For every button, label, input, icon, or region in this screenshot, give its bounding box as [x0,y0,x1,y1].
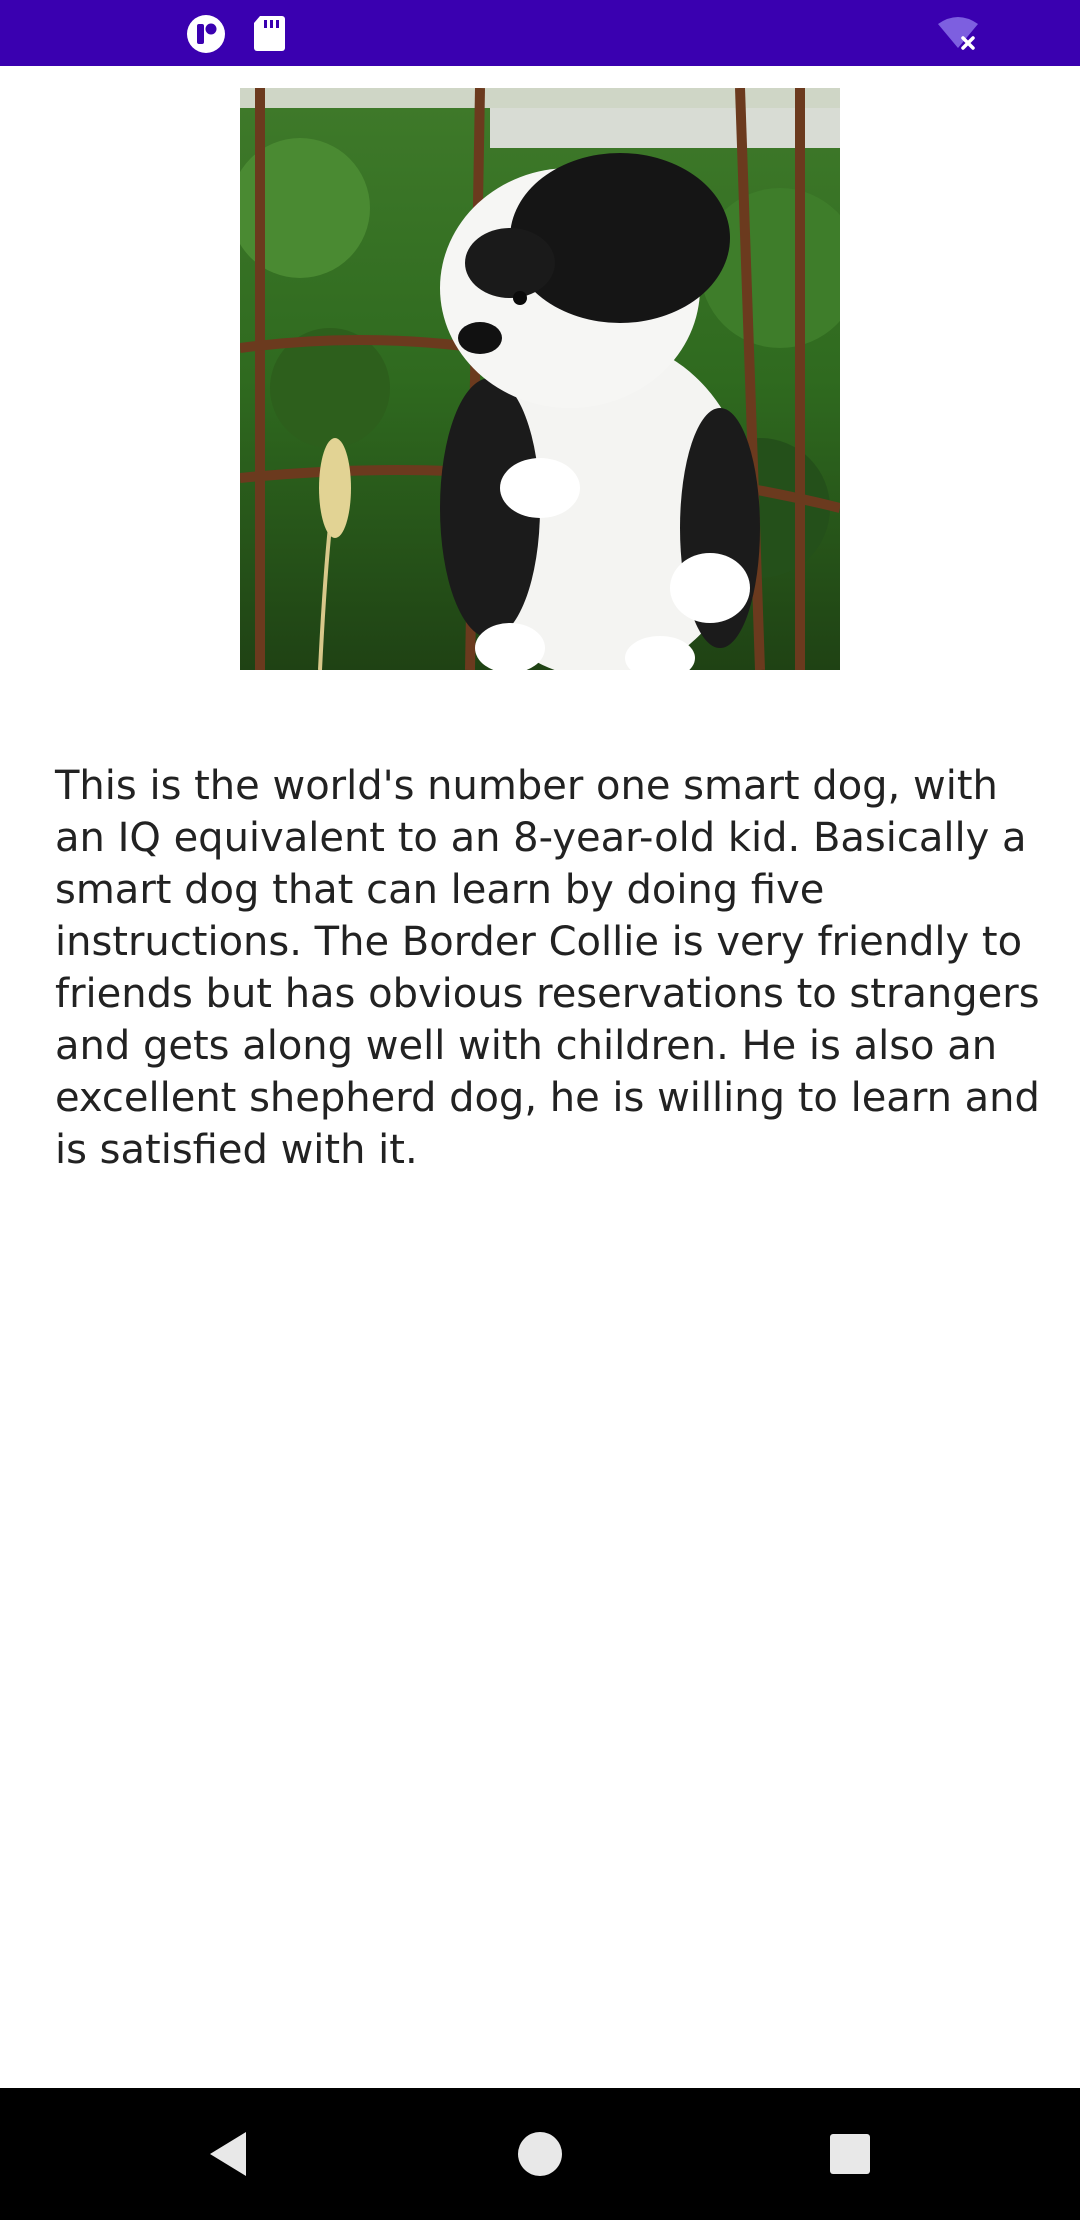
wifi-off-icon [938,17,978,50]
recents-icon[interactable] [818,2122,882,2186]
dog-description: This is the world's number one smart dog… [55,763,1040,1173]
dog-photo [240,88,840,670]
sd-card-icon [254,16,285,51]
dog-photo-illustration [240,88,840,670]
back-icon[interactable] [196,2122,260,2186]
home-icon[interactable] [508,2122,572,2186]
navigation-bar [0,2088,1080,2220]
status-bar [0,0,1080,66]
notification-app-icon [187,15,225,53]
